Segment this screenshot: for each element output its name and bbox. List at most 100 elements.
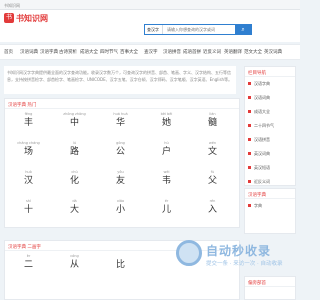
sidebar-item[interactable]: 汉语词典 xyxy=(245,91,295,105)
character-cell[interactable]: chǔ 化 xyxy=(55,169,94,191)
nav-item[interactable]: 首页 xyxy=(4,49,13,55)
sidebar-item[interactable]: 英汉短语 xyxy=(245,161,295,175)
bullet-icon xyxy=(248,82,251,85)
character-cell[interactable]: huò 汉 xyxy=(9,169,48,191)
character-glyph: 场 xyxy=(23,147,33,157)
sidebar-item[interactable]: 二十四节气 xyxy=(245,119,295,133)
character-cell[interactable]: chǎng cháng 场 xyxy=(9,140,48,162)
bullet-icon xyxy=(248,152,251,155)
watermark: 自动秒收录 提交一条 · 来访一次 · 自动收录 xyxy=(176,240,286,270)
sidebar2-item[interactable]: 字典 xyxy=(245,199,295,213)
character-glyph: 友 xyxy=(115,176,125,186)
character-cell[interactable]: zhōng zhòng 中 xyxy=(55,111,94,133)
character-glyph: 公 xyxy=(115,147,125,157)
character-glyph: 化 xyxy=(69,176,79,186)
nav-item[interactable]: 古诗赏析 xyxy=(59,49,77,55)
sidebar-item-label: 汉语词典 xyxy=(254,95,270,100)
intro-text: 书知识网汉字字典提供最全面的汉字查询功能。收录汉字数万个，可查询汉字的拼音、部首… xyxy=(4,66,236,94)
character-cell[interactable]: lián 髓 xyxy=(193,111,232,133)
bullet-icon xyxy=(248,138,251,141)
sidebar-item[interactable]: 近反义词 xyxy=(245,175,295,185)
site-name[interactable]: 书知识网 xyxy=(16,13,48,24)
search-bar: 查汉字 ⌕ xyxy=(144,24,252,35)
character-cell[interactable]: 比 xyxy=(101,253,140,275)
sidebar-nav: 栏目导航 汉语字典汉语词典成语大全二十四节气汉语拼音 英汉词典英汉短语近反义词 xyxy=(244,66,296,186)
character-cell[interactable]: wén 文 xyxy=(193,140,232,162)
sidebar-item-label: 近反义词 xyxy=(254,179,270,184)
bullet-icon xyxy=(248,166,251,169)
character-glyph: 从 xyxy=(69,260,79,270)
character-cell[interactable]: bèi bēi 她 xyxy=(147,111,186,133)
character-cell[interactable]: huá huà 华 xyxy=(101,111,140,133)
character-cell[interactable]: lú 路 xyxy=(55,140,94,162)
nav-item[interactable]: 汉语字典 xyxy=(40,49,58,55)
watermark-sub-text: 提交一条 · 来访一次 · 自动收录 xyxy=(206,261,283,267)
panel-title-hot: 汉语字典 热门 xyxy=(5,99,239,109)
character-cell[interactable]: yǒu 友 xyxy=(101,169,140,191)
character-cell[interactable]: fēng 丰 xyxy=(9,111,48,133)
character-glyph: 她 xyxy=(161,118,171,128)
character-glyph: 户 xyxy=(161,147,171,157)
sidebar-item[interactable]: 汉语拼音 xyxy=(245,133,295,147)
hot-characters-panel: 汉语字典 热门 fēng 丰 zhōng zhòng 中 huá huà 华 bèi bēi… xyxy=(4,98,240,228)
character-cell[interactable]: cóng 从 xyxy=(55,253,94,275)
character-glyph: 儿 xyxy=(161,205,171,215)
character-glyph: 华 xyxy=(115,118,125,128)
character-glyph: 汉 xyxy=(23,176,33,186)
character-cell[interactable]: hù 户 xyxy=(147,140,186,162)
sidebar-item[interactable]: 成语大全 xyxy=(245,105,295,119)
watermark-logo xyxy=(176,240,202,266)
character-cell[interactable]: rén 入 xyxy=(193,198,232,220)
character-glyph: 中 xyxy=(69,118,79,128)
search-button[interactable]: ⌕ xyxy=(235,25,251,34)
sidebar2-title: 汉语字典 xyxy=(245,189,295,199)
character-cell[interactable]: ér 儿 xyxy=(147,198,186,220)
character-glyph: 比 xyxy=(115,260,125,270)
character-glyph: 父 xyxy=(207,176,217,186)
window-title: 书知识网 xyxy=(0,0,300,10)
nav-item[interactable]: 四时节气 xyxy=(100,49,118,55)
character-glyph: 小 xyxy=(115,205,125,215)
search-scope-select[interactable]: 查汉字 xyxy=(145,25,163,34)
site-logo[interactable]: 书 xyxy=(4,13,14,23)
sidebar-item[interactable]: 英汉词典 xyxy=(245,147,295,161)
character-cell[interactable]: fù 父 xyxy=(193,169,232,191)
nav-item[interactable]: 成语首拼 xyxy=(183,49,201,55)
sidebar-dictionary: 汉语字典 字典 xyxy=(244,188,296,234)
search-input[interactable] xyxy=(164,25,234,34)
nav-item[interactable]: 近反义词 xyxy=(203,49,221,55)
nav-item[interactable]: 汉语词典 xyxy=(20,49,38,55)
character-glyph: 丰 xyxy=(23,118,33,128)
main-nav: 首页 汉语词典 汉语字典 古诗赏析 成语大全 四时节气 百事大全 查汉字 汉语拼音 成语首拼 近反义… xyxy=(0,44,300,60)
sidebar-item-label: 英汉短语 xyxy=(254,165,270,170)
character-cell[interactable]: èr 二 xyxy=(9,253,48,275)
bullet-icon xyxy=(248,110,251,113)
bullet-icon xyxy=(248,204,251,207)
sidebar-item-label: 汉语字典 xyxy=(254,81,270,86)
character-cell[interactable]: wéi 韦 xyxy=(147,169,186,191)
nav-item[interactable]: 英汉词典 xyxy=(264,49,282,55)
nav-item[interactable]: 英语翻译 xyxy=(224,49,242,55)
character-cell[interactable]: dà 大 xyxy=(55,198,94,220)
search-icon: ⌕ xyxy=(241,26,245,33)
sidebar-radicals: 偏旁部首 xyxy=(244,276,296,300)
sidebar-item-label: 二十四节气 xyxy=(254,123,274,128)
nav-item[interactable]: 百事大全 xyxy=(120,49,138,55)
character-glyph: 入 xyxy=(207,205,217,215)
nav-item[interactable]: 汉语拼音 xyxy=(163,49,181,55)
character-glyph: 路 xyxy=(69,147,79,157)
character-glyph: 大 xyxy=(69,205,79,215)
character-glyph: 文 xyxy=(207,147,217,157)
bullet-icon xyxy=(248,96,251,99)
nav-item[interactable]: 查汉字 xyxy=(144,49,158,55)
nav-item[interactable]: 成语大全 xyxy=(80,49,98,55)
sidebar-item[interactable]: 汉语字典 xyxy=(245,77,295,91)
watermark-main-text: 自动秒收录 xyxy=(206,244,272,258)
character-cell[interactable]: shí 十 xyxy=(9,198,48,220)
character-cell[interactable]: gōng 公 xyxy=(101,140,140,162)
nav-item[interactable]: 范文大全 xyxy=(244,49,262,55)
character-glyph: 髓 xyxy=(207,118,217,128)
sidebar-title: 栏目导航 xyxy=(245,67,295,77)
sidebar-item-label: 成语大全 xyxy=(254,109,270,114)
character-cell[interactable]: xiǎo 小 xyxy=(101,198,140,220)
